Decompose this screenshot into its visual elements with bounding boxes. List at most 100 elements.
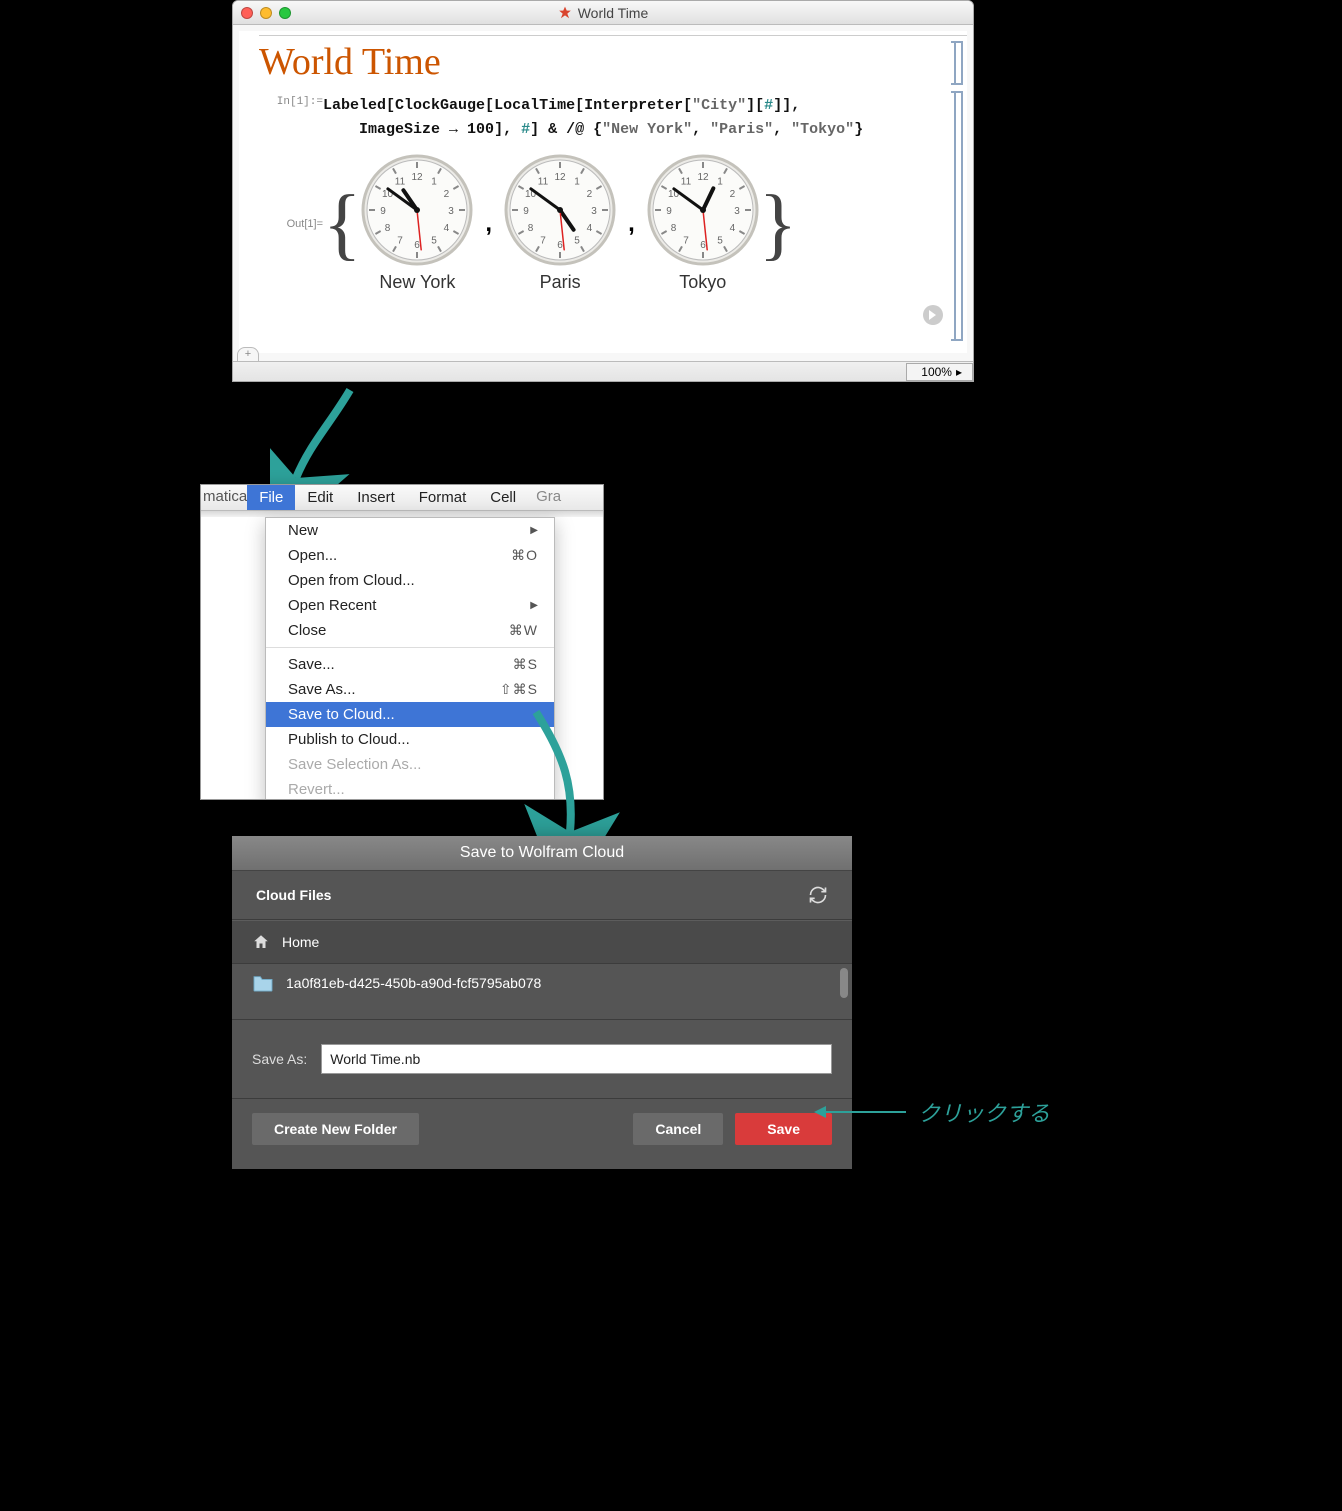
svg-text:2: 2 (729, 189, 735, 200)
refresh-icon[interactable] (808, 885, 828, 905)
menu-item-save[interactable]: Save... ⌘S (266, 652, 554, 677)
create-new-folder-button[interactable]: Create New Folder (252, 1113, 419, 1145)
close-window-button[interactable] (241, 7, 253, 19)
svg-text:6: 6 (557, 240, 563, 251)
output-cell: Out[1]= { 121234567891011 New York, 1212… (239, 148, 967, 293)
callout: クリックする (816, 1096, 1050, 1128)
svg-text:8: 8 (385, 223, 391, 234)
menu-item-save-as[interactable]: Save As... ⇧⌘S (266, 677, 554, 702)
scrollbar[interactable] (840, 968, 848, 998)
menu-item-save-to-cloud[interactable]: Save to Cloud... (266, 702, 554, 727)
input-cell[interactable]: In[1]:= Labeled[ClockGauge[LocalTime[Int… (239, 94, 967, 148)
cell-brackets[interactable] (949, 39, 965, 351)
arrow-1 (270, 384, 390, 494)
menu-item-label: Revert... (288, 781, 345, 798)
menu-item-shortcut: ⌘O (511, 547, 538, 564)
menu-item-label: New (288, 522, 318, 539)
clock-new-york: 121234567891011 New York (361, 154, 473, 293)
svg-text:4: 4 (587, 223, 593, 234)
menu-edit[interactable]: Edit (295, 485, 345, 510)
notebook-window: World Time World Time In[1]:= Labeled[Cl… (232, 0, 974, 382)
document-title: World Time (259, 35, 967, 84)
menu-item-close[interactable]: Close ⌘W (266, 618, 554, 643)
svg-text:3: 3 (734, 206, 740, 217)
separator-comma: , (628, 210, 635, 238)
cancel-button[interactable]: Cancel (633, 1113, 723, 1145)
menu-item-shortcut: ⌘S (513, 656, 538, 673)
breadcrumb-row[interactable]: Home (232, 920, 852, 964)
menu-item-revert: Revert... (266, 777, 554, 800)
menu-item-shortcut: ⇧⌘S (500, 681, 538, 698)
svg-text:6: 6 (700, 240, 706, 251)
save-as-label: Save As: (252, 1051, 307, 1067)
file-list-item-name: 1a0f81eb-d425-450b-a90d-fcf5795ab078 (286, 975, 541, 991)
input-code: Labeled[ClockGauge[LocalTime[Interpreter… (323, 94, 863, 142)
clock-label: Paris (540, 272, 581, 293)
menu-item-open[interactable]: Open... ⌘O (266, 543, 554, 568)
breadcrumb-home: Home (282, 934, 319, 950)
title-bar: World Time (233, 1, 973, 25)
minimize-window-button[interactable] (260, 7, 272, 19)
svg-text:12: 12 (697, 172, 709, 183)
svg-text:5: 5 (574, 235, 580, 246)
save-as-row: Save As: (232, 1020, 852, 1099)
chevron-right-icon: ▸ (956, 365, 962, 379)
menu-separator (266, 647, 554, 648)
menubar-truncated-right: Gra (528, 485, 563, 510)
menu-item-label: Save As... (288, 681, 356, 698)
file-list-row[interactable]: 1a0f81eb-d425-450b-a90d-fcf5795ab078 (232, 964, 852, 1002)
clock-tokyo: 121234567891011 Tokyo (647, 154, 759, 293)
svg-text:2: 2 (587, 189, 593, 200)
menu-item-label: Save to Cloud... (288, 706, 395, 723)
svg-text:5: 5 (717, 235, 723, 246)
zoom-window-button[interactable] (279, 7, 291, 19)
file-menu-panel: matica FileEditInsertFormatCell Gra New O… (200, 484, 604, 800)
svg-text:4: 4 (444, 223, 450, 234)
menu-item-shortcut: ⌘W (509, 622, 538, 639)
svg-text:11: 11 (538, 177, 549, 188)
menu-item-save-selection-as: Save Selection As... (266, 752, 554, 777)
svg-text:12: 12 (412, 172, 424, 183)
svg-text:11: 11 (681, 177, 692, 188)
file-dropdown: New Open... ⌘O Open from Cloud... Open Recen… (265, 517, 555, 800)
separator-comma: , (485, 210, 492, 238)
clock-paris: 121234567891011 Paris (504, 154, 616, 293)
svg-text:3: 3 (591, 206, 597, 217)
status-bar: 100% ▸ (233, 361, 973, 381)
menu-item-label: Save... (288, 656, 335, 673)
svg-text:1: 1 (432, 177, 438, 188)
menubar-truncated-left: matica (201, 485, 247, 510)
svg-text:3: 3 (449, 206, 455, 217)
svg-text:2: 2 (444, 189, 450, 200)
save-as-input[interactable] (321, 1044, 832, 1074)
svg-text:6: 6 (415, 240, 421, 251)
add-cell-tab[interactable]: + (237, 347, 259, 361)
callout-arrow (816, 1111, 906, 1113)
menu-item-open-from-cloud[interactable]: Open from Cloud... (266, 568, 554, 593)
clock-label: Tokyo (679, 272, 726, 293)
menu-cell[interactable]: Cell (478, 485, 528, 510)
svg-text:5: 5 (432, 235, 438, 246)
clocks-row: 121234567891011 New York, 12123456789101… (361, 154, 758, 293)
menu-item-label: Open... (288, 547, 337, 564)
svg-text:8: 8 (671, 223, 677, 234)
svg-text:9: 9 (381, 206, 387, 217)
menu-file[interactable]: File (247, 485, 295, 510)
zoom-selector[interactable]: 100% ▸ (906, 363, 973, 381)
menu-item-open-recent[interactable]: Open Recent (266, 593, 554, 618)
dialog-title: Save to Wolfram Cloud (232, 836, 852, 871)
dialog-header: Cloud Files (232, 871, 852, 920)
menu-item-publish-to-cloud[interactable]: Publish to Cloud... (266, 727, 554, 752)
notebook-body: World Time In[1]:= Labeled[ClockGauge[Lo… (239, 31, 967, 353)
window-title: World Time (233, 5, 973, 21)
menu-format[interactable]: Format (407, 485, 479, 510)
menu-item-new[interactable]: New (266, 518, 554, 543)
menu-insert[interactable]: Insert (345, 485, 407, 510)
go-forward-icon[interactable] (923, 305, 943, 325)
menu-item-label: Save Selection As... (288, 756, 421, 773)
open-brace: { (323, 200, 361, 248)
menu-item-label: Open Recent (288, 597, 376, 614)
zoom-value: 100% (921, 365, 952, 379)
menu-item-label: Close (288, 622, 326, 639)
save-to-cloud-dialog: Save to Wolfram Cloud Cloud Files Home 1… (232, 836, 852, 1169)
